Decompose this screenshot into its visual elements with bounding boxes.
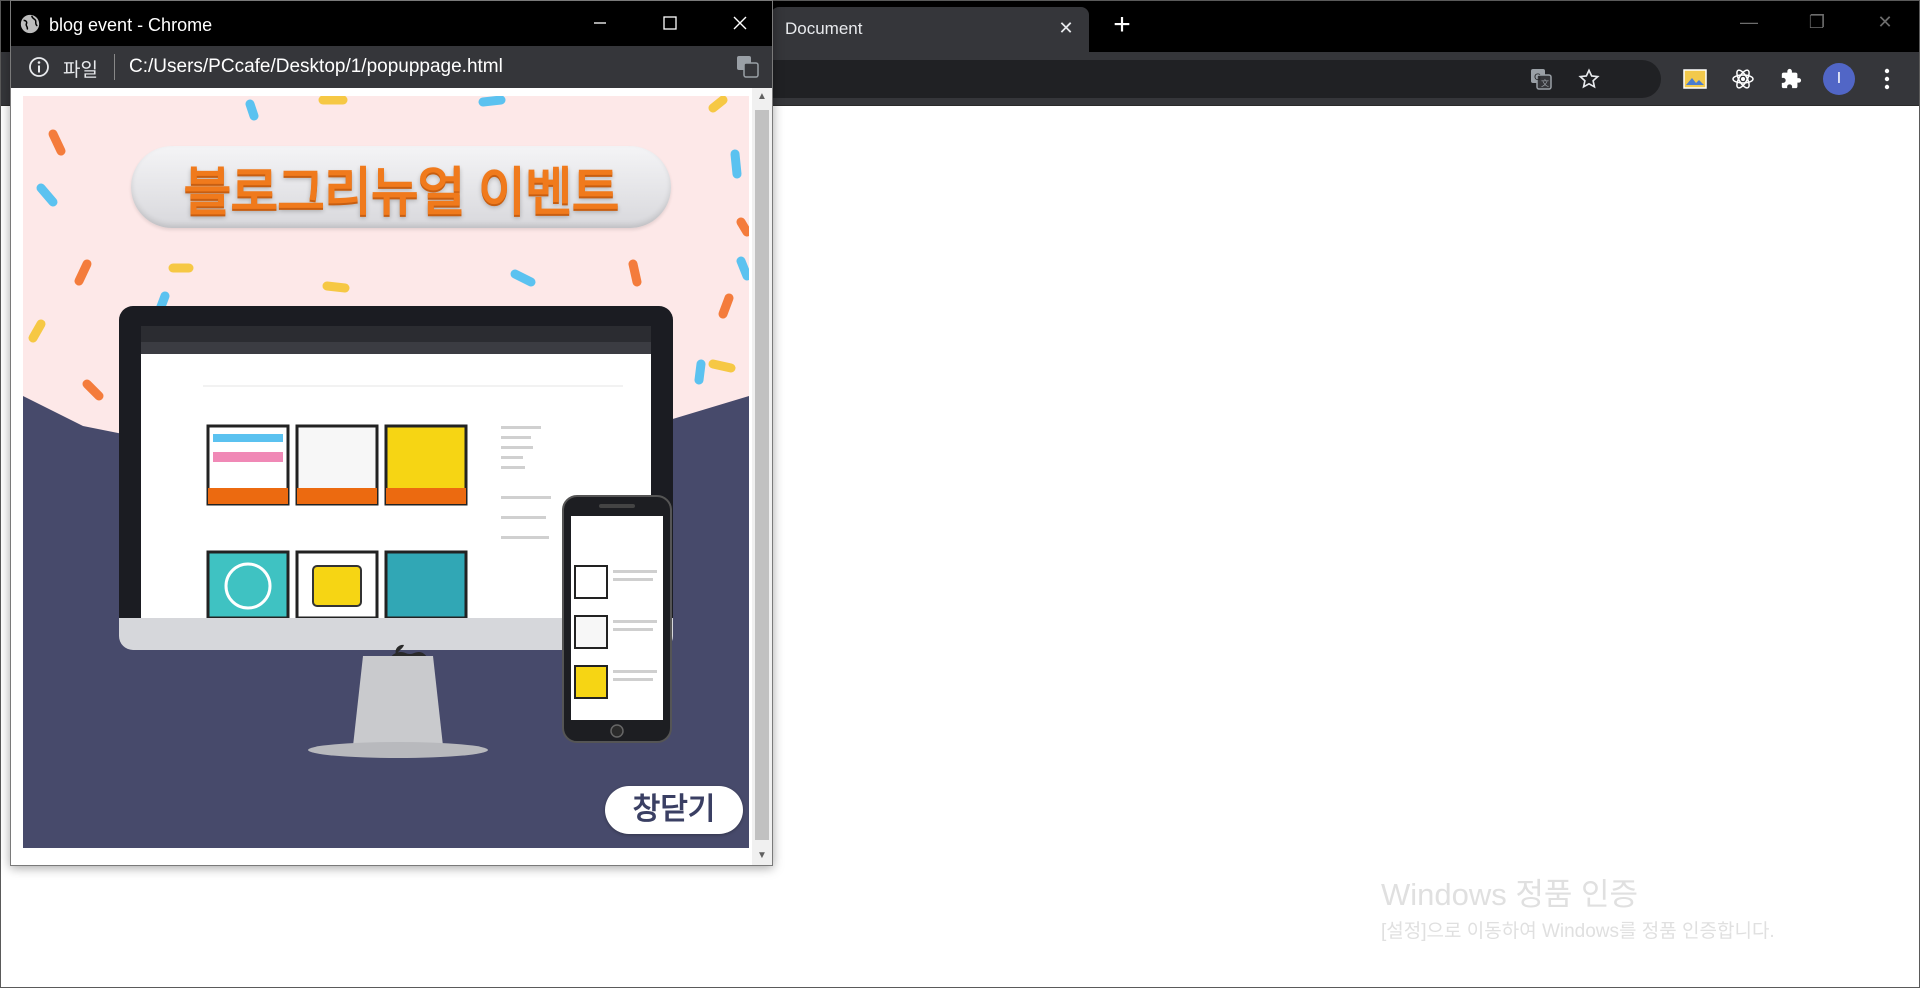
- popup-maximize-button[interactable]: [655, 10, 685, 36]
- activation-subtitle: [설정]으로 이동하여 Windows를 정품 인증합니다.: [1381, 921, 1775, 942]
- banner-headline-text: 블로그리뉴얼 이벤트: [183, 163, 619, 222]
- translate-icon[interactable]: [736, 55, 760, 79]
- popup-viewport: 블로그리뉴얼 이벤트 창닫기 ▲ ▼: [11, 88, 772, 865]
- popup-minimize-button[interactable]: [585, 10, 615, 36]
- svg-text:G: G: [1534, 73, 1541, 83]
- popup-title-bar[interactable]: blog event - Chrome: [11, 1, 772, 46]
- windows-activation-watermark: Windows 정품 인증 [설정]으로 이동하여 Windows를 정품 인증…: [1381, 876, 1861, 946]
- minimize-button[interactable]: —: [1729, 9, 1769, 35]
- scrollbar-thumb[interactable]: [755, 110, 769, 840]
- tab-document[interactable]: Document ✕: [771, 7, 1089, 52]
- restore-button[interactable]: ❐: [1797, 9, 1837, 35]
- window-close-button[interactable]: ✕: [1865, 9, 1905, 35]
- close-popup-button[interactable]: 창닫기: [605, 786, 743, 834]
- avatar: I: [1823, 63, 1855, 95]
- info-icon[interactable]: [27, 55, 51, 79]
- address-scheme-label: 파일: [63, 60, 98, 81]
- bookmark-star-icon[interactable]: [1573, 63, 1605, 95]
- react-icon[interactable]: [1727, 63, 1759, 95]
- popup-window: blog event - Chrome 파일 C:/Users/PCcafe/D…: [10, 0, 773, 866]
- omnibox[interactable]: G文: [731, 60, 1661, 98]
- event-banner: 블로그리뉴얼 이벤트 창닫기: [23, 96, 749, 848]
- translate-icon[interactable]: G文: [1525, 63, 1557, 95]
- scroll-down-arrow-icon[interactable]: ▼: [752, 847, 772, 865]
- popup-title: blog event - Chrome: [49, 15, 213, 35]
- popup-scrollbar[interactable]: ▲ ▼: [752, 88, 772, 865]
- tab-title: Document: [785, 19, 863, 38]
- popup-address-bar: 파일 C:/Users/PCcafe/Desktop/1/popuppage.h…: [11, 46, 772, 88]
- image-extension-icon[interactable]: [1679, 63, 1711, 95]
- activation-title: Windows 정품 인증: [1381, 877, 1639, 912]
- address-url[interactable]: C:/Users/PCcafe/Desktop/1/popuppage.html: [129, 56, 503, 78]
- scroll-up-arrow-icon[interactable]: ▲: [752, 88, 772, 106]
- extensions-puzzle-icon[interactable]: [1775, 63, 1807, 95]
- banner-headline: 블로그리뉴얼 이벤트: [131, 146, 671, 228]
- new-tab-button[interactable]: +: [1107, 10, 1137, 41]
- profile-avatar[interactable]: I: [1823, 63, 1855, 95]
- tab-close-icon[interactable]: ✕: [1055, 17, 1077, 39]
- globe-icon: [20, 14, 40, 34]
- address-separator: [114, 54, 115, 80]
- popup-close-button[interactable]: [725, 10, 755, 36]
- svg-text:文: 文: [1541, 78, 1549, 88]
- more-vert-icon[interactable]: [1871, 63, 1903, 95]
